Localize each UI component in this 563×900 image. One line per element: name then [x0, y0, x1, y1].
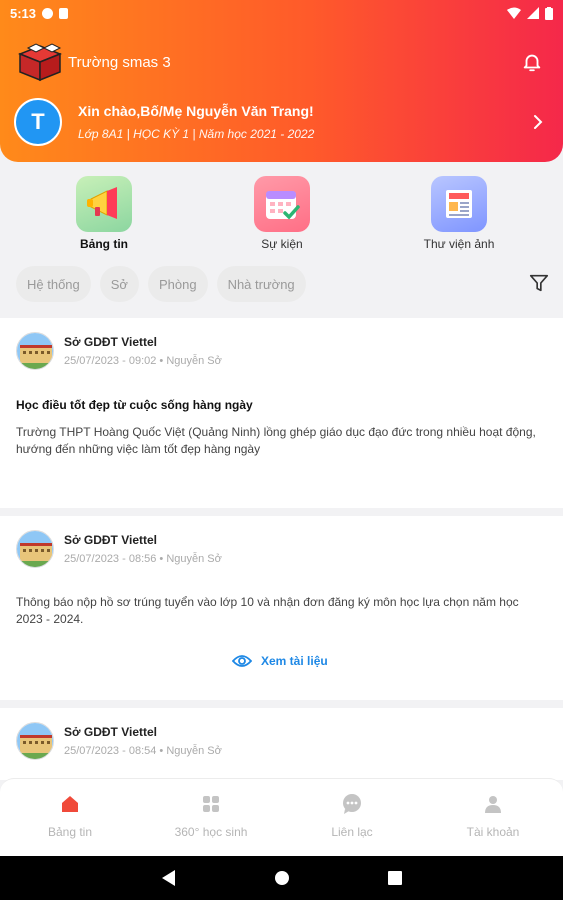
status-time: 5:13 — [10, 5, 37, 21]
chip-nha-truong[interactable]: Nhà trường — [216, 266, 306, 302]
feed-post[interactable]: Sở GDĐT Viettel 25/07/2023 - 08:56 • Ngu… — [0, 516, 563, 700]
status-app-icon — [42, 7, 54, 19]
app-header: 5:13 Trường smas 3 T Xin chào,Bố/Mẹ Nguy… — [0, 0, 563, 162]
post-body: Thông báo nộp hồ sơ trúng tuyển vào lớp … — [16, 595, 519, 626]
post-source: Sở GDĐT Viettel — [64, 335, 157, 349]
status-sim-icon — [59, 7, 69, 19]
calendar-icon — [254, 176, 310, 232]
view-document-link[interactable]: Xem tài liệu — [232, 654, 328, 668]
battery-icon — [545, 6, 553, 20]
news-gallery-icon — [431, 176, 487, 232]
megaphone-icon — [76, 176, 132, 232]
quick-menu-events[interactable]: Sự kiện — [222, 176, 342, 251]
nav-account[interactable]: Tài khoản — [423, 793, 563, 839]
system-navigation-bar — [0, 856, 563, 900]
school-logo — [14, 42, 66, 82]
quick-menu-label: Bảng tin — [80, 237, 128, 251]
nav-label: Tài khoản — [466, 825, 520, 839]
quick-menu-label: Thư viện ảnh — [423, 237, 495, 251]
back-icon[interactable] — [161, 870, 176, 886]
grid-icon — [200, 793, 222, 815]
status-bar: 5:13 — [0, 0, 563, 26]
school-building-avatar — [16, 332, 54, 370]
greeting-title: Xin chào,Bố/Mẹ Nguyễn Văn Trang! — [78, 103, 314, 119]
quick-menu-gallery[interactable]: Thư viện ảnh — [399, 176, 519, 251]
nav-contact[interactable]: Liên lạc — [282, 793, 422, 839]
bottom-navigation: Bảng tin 360° học sinh Liên lạc Tài khoả… — [0, 778, 563, 856]
post-title: Học điều tốt đẹp từ cuộc sống hàng ngày — [16, 398, 253, 412]
feed-post[interactable]: Sở GDĐT Viettel 25/07/2023 - 08:54 • Ngu… — [0, 708, 563, 780]
post-body: Trường THPT Hoàng Quốc Việt (Quảng Ninh)… — [16, 425, 536, 456]
recents-icon[interactable] — [387, 871, 402, 885]
chip-he-thong[interactable]: Hệ thống — [16, 266, 91, 302]
post-time: 25/07/2023 - 09:02 • Nguyễn Sở — [64, 355, 222, 367]
greeting-banner[interactable]: T Xin chào,Bố/Mẹ Nguyễn Văn Trang! Lớp 8… — [14, 96, 549, 148]
nav-360-student[interactable]: 360° học sinh — [141, 793, 281, 839]
filter-icon[interactable] — [528, 272, 552, 296]
nav-news[interactable]: Bảng tin — [0, 793, 140, 839]
home-button-icon[interactable] — [274, 870, 290, 886]
chip-phong[interactable]: Phòng — [147, 266, 208, 302]
nav-label: Liên lạc — [331, 825, 373, 839]
signal-icon — [527, 7, 539, 19]
school-building-avatar — [16, 722, 54, 760]
post-source: Sở GDĐT Viettel — [64, 725, 157, 739]
school-name: Trường smas 3 — [68, 53, 171, 71]
post-time: 25/07/2023 - 08:54 • Nguyễn Sở — [64, 745, 222, 757]
notification-bell-icon[interactable] — [519, 49, 545, 75]
view-document-label: Xem tài liệu — [261, 654, 328, 668]
post-time: 25/07/2023 - 08:56 • Nguyễn Sở — [64, 553, 222, 565]
quick-menu-news[interactable]: Bảng tin — [44, 176, 164, 251]
chip-so[interactable]: Sở — [99, 266, 139, 302]
school-building-avatar — [16, 530, 54, 568]
filter-chips: Hệ thống Sở Phòng Nhà trường — [16, 266, 306, 302]
chevron-right-icon[interactable] — [527, 111, 549, 133]
class-info: Lớp 8A1 | HỌC KỲ 1 | Năm học 2021 - 2022 — [78, 127, 315, 141]
nav-label: Bảng tin — [47, 825, 93, 839]
person-icon — [482, 793, 504, 815]
eye-icon — [232, 655, 252, 667]
post-source: Sở GDĐT Viettel — [64, 533, 157, 547]
nav-label: 360° học sinh — [174, 825, 248, 839]
feed-post[interactable]: Sở GDĐT Viettel 25/07/2023 - 09:02 • Ngu… — [0, 318, 563, 508]
wifi-icon — [507, 7, 521, 19]
quick-menu-label: Sự kiện — [261, 237, 303, 251]
avatar: T — [14, 98, 62, 146]
home-icon — [59, 793, 81, 815]
chat-icon — [341, 793, 363, 815]
